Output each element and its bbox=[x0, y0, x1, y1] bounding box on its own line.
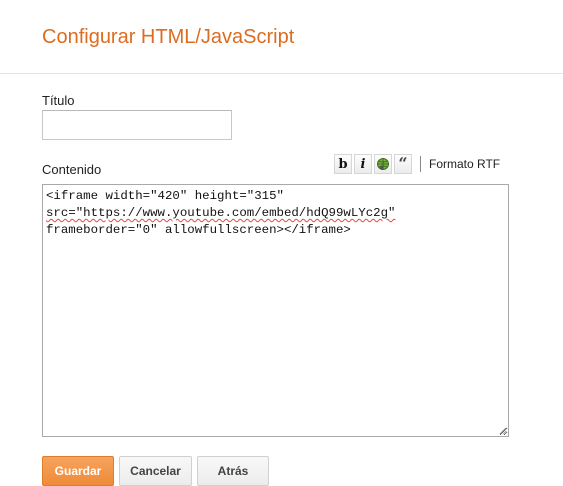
code-line-1: <iframe width="420" height="315" bbox=[46, 188, 505, 205]
resize-grip-icon[interactable] bbox=[499, 427, 507, 435]
back-button[interactable]: Atrás bbox=[197, 456, 269, 486]
insert-link-button[interactable] bbox=[374, 154, 392, 174]
editor-toolbar: b i “ Formato RTF bbox=[334, 153, 500, 175]
dialog-header: Configurar HTML/JavaScript bbox=[0, 0, 563, 74]
code-line-2: src="https://www.youtube.com/embed/hdQ99… bbox=[46, 205, 505, 222]
dialog-title: Configurar HTML/JavaScript bbox=[42, 26, 295, 48]
title-label: Título bbox=[42, 93, 75, 108]
title-input[interactable] bbox=[42, 110, 232, 140]
blockquote-button[interactable]: “ bbox=[394, 154, 412, 174]
action-buttons: Guardar Cancelar Atrás bbox=[42, 456, 274, 486]
rich-text-format-link[interactable]: Formato RTF bbox=[429, 157, 500, 171]
content-textarea[interactable]: <iframe width="420" height="315" src="ht… bbox=[42, 184, 509, 437]
toolbar-divider bbox=[420, 156, 421, 172]
code-line-1-text: <iframe width="420" height="315" bbox=[46, 189, 284, 203]
code-line-3: frameborder="0" allowfullscreen></iframe… bbox=[46, 222, 505, 239]
italic-button[interactable]: i bbox=[354, 154, 372, 174]
content-label: Contenido bbox=[42, 162, 102, 177]
cancel-button[interactable]: Cancelar bbox=[119, 456, 192, 486]
code-line-3-text: frameborder="0" allowfullscreen></iframe… bbox=[46, 223, 351, 237]
code-line-2-text: src="https://www.youtube.com/embed/hdQ99… bbox=[46, 206, 396, 220]
bold-button[interactable]: b bbox=[334, 154, 352, 174]
save-button[interactable]: Guardar bbox=[42, 456, 114, 486]
link-globe-icon bbox=[377, 158, 389, 170]
